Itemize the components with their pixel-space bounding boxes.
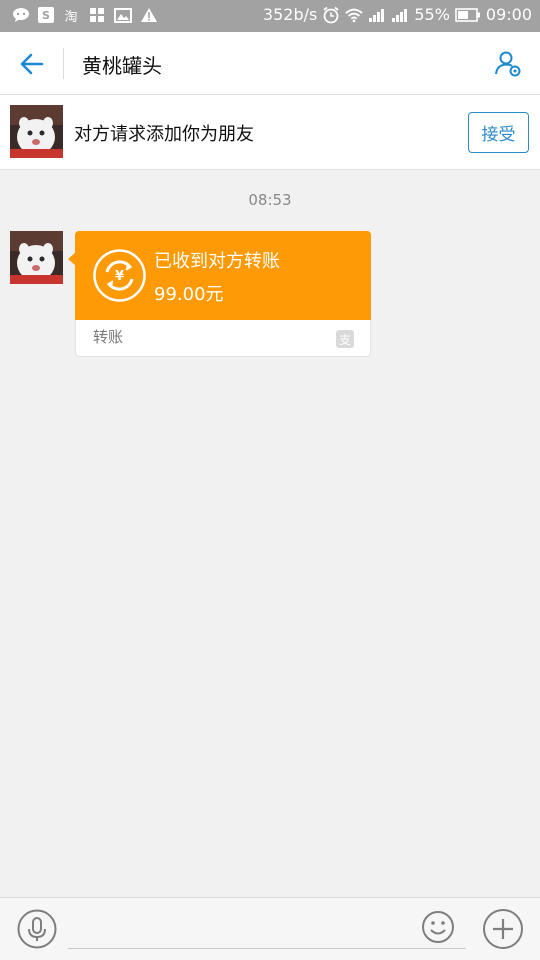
transfer-card-header: ¥ 已收到对方转账 99.00元	[75, 231, 371, 320]
chat-notification-icon	[12, 6, 30, 24]
smiley-icon	[422, 911, 454, 943]
transfer-amount: 99.00元	[154, 284, 224, 305]
signal-1-icon	[368, 6, 386, 24]
image-notification-icon	[114, 6, 132, 24]
emoji-button[interactable]	[421, 910, 455, 944]
accept-button[interactable]: 接受	[468, 112, 529, 153]
grid-notification-icon	[88, 6, 106, 24]
status-bar: S 淘 352b/s 55% 09:00	[0, 0, 540, 32]
signal-2-icon	[391, 6, 409, 24]
plus-icon	[483, 909, 523, 949]
message-timestamp: 08:53	[248, 191, 292, 209]
alarm-icon	[322, 6, 340, 24]
user-settings-icon	[495, 51, 521, 77]
back-button[interactable]	[14, 46, 50, 82]
more-options-button[interactable]	[482, 908, 524, 950]
wifi-icon	[345, 6, 364, 24]
voice-input-button[interactable]	[17, 909, 57, 949]
friend-request-bar: 对方请求添加你为朋友 接受	[0, 95, 540, 170]
svg-text:¥: ¥	[115, 269, 124, 284]
input-underline	[68, 948, 466, 949]
header-divider	[63, 48, 64, 79]
page-title: 黄桃罐头	[82, 54, 162, 78]
transfer-title: 已收到对方转账	[154, 251, 280, 272]
taobao-notification-icon: 淘	[64, 9, 78, 25]
alipay-icon: 支	[336, 330, 354, 348]
warning-icon	[140, 6, 158, 24]
app-notification-icon: S	[38, 7, 54, 23]
microphone-icon	[17, 909, 57, 949]
input-bar	[0, 897, 540, 960]
status-indicators: 352b/s 55% 09:00	[263, 5, 532, 24]
friend-request-text: 对方请求添加你为朋友	[74, 124, 254, 145]
message-input[interactable]	[70, 908, 410, 946]
sender-avatar[interactable]	[10, 231, 63, 284]
transfer-footer-label: 转账	[93, 328, 124, 346]
avatar[interactable]	[10, 105, 63, 158]
status-notifications: S 淘	[12, 6, 158, 25]
arrow-left-icon	[20, 53, 44, 75]
transfer-received-icon: ¥	[93, 249, 146, 302]
profile-settings-button[interactable]	[490, 46, 526, 82]
transfer-message-card[interactable]: ¥ 已收到对方转账 99.00元 转账 支	[68, 231, 371, 357]
battery-percent: 55%	[414, 5, 450, 24]
network-speed: 352b/s	[262, 5, 318, 24]
chat-header: 黄桃罐头	[0, 32, 540, 95]
battery-icon	[455, 6, 481, 24]
clock: 09:00	[485, 5, 532, 24]
